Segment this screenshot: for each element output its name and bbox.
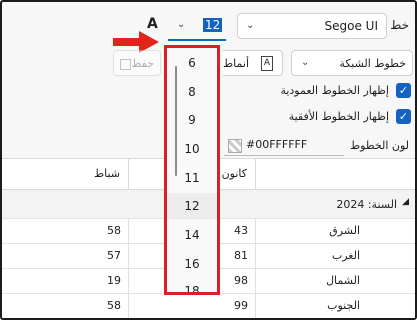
chevron-down-icon: ⌄ <box>246 20 255 31</box>
font-color-button[interactable]: A <box>147 16 158 32</box>
show-horizontal-lines-checkbox[interactable]: ✓ إظهار الخطوط الأفقية <box>220 106 415 128</box>
show-vertical-lines-checkbox[interactable]: ✓ إظهار الخطوط العمودية <box>220 80 415 102</box>
gridline-font-dropdown[interactable]: ⌄ خطوط الشبكة <box>291 50 413 76</box>
show-vertical-label: إظهار الخطوط العمودية <box>280 84 389 97</box>
font-label: خط <box>390 18 409 32</box>
app-window: خط ⌄ Segoe UI ⌄ 12 A حفظ أنماط A ⌄ خطوط … <box>0 0 417 320</box>
font-size-value: 12 <box>203 18 223 32</box>
column-header-feb[interactable]: شباط <box>2 159 129 190</box>
group-label: السنة: 2024 <box>336 198 397 211</box>
save-label: حفظ <box>131 57 154 70</box>
line-color-label: لون الخطوط <box>350 139 409 152</box>
option-18[interactable]: 18 <box>167 278 217 292</box>
checkbox-checked-icon: ✓ <box>396 109 411 124</box>
show-horizontal-label: إظهار الخطوط الأفقية <box>288 110 389 123</box>
font-family-value: Segoe UI <box>324 19 378 33</box>
font-size-options-list[interactable]: 6 8 9 10 11 12 14 16 18 <box>164 45 220 295</box>
save-icon <box>120 59 131 70</box>
option-12-selected[interactable]: 12 <box>167 193 217 219</box>
chevron-down-icon: ⌄ <box>301 57 310 68</box>
option-8[interactable]: 8 <box>167 79 217 105</box>
template-icon: A <box>261 56 273 71</box>
line-color-value: #00FFFFFF <box>246 138 308 151</box>
option-14[interactable]: 14 <box>167 222 217 248</box>
line-color-field[interactable]: #00FFFFFF <box>224 135 344 156</box>
template-button[interactable]: أنماط A <box>223 50 283 76</box>
color-swatch-icon <box>228 139 242 153</box>
checkbox-checked-icon: ✓ <box>396 83 411 98</box>
column-header-region[interactable] <box>256 159 415 190</box>
gridline-font-label: خطوط الشبكة <box>339 57 406 70</box>
font-size-dropdown[interactable]: ⌄ 12 <box>168 13 226 41</box>
font-family-dropdown[interactable]: ⌄ Segoe UI <box>237 13 387 39</box>
option-10[interactable]: 10 <box>167 136 217 162</box>
option-11[interactable]: 11 <box>167 165 217 191</box>
chevron-down-icon: ⌄ <box>177 19 186 30</box>
collapse-icon: ◢ <box>402 197 409 207</box>
template-label: أنماط <box>223 57 250 70</box>
option-16[interactable]: 16 <box>167 251 217 277</box>
option-9[interactable]: 9 <box>167 107 217 133</box>
option-6[interactable]: 6 <box>167 50 217 76</box>
table-row[interactable]: الجنوب 99 58 <box>2 294 415 318</box>
save-button[interactable]: حفظ <box>113 50 161 76</box>
